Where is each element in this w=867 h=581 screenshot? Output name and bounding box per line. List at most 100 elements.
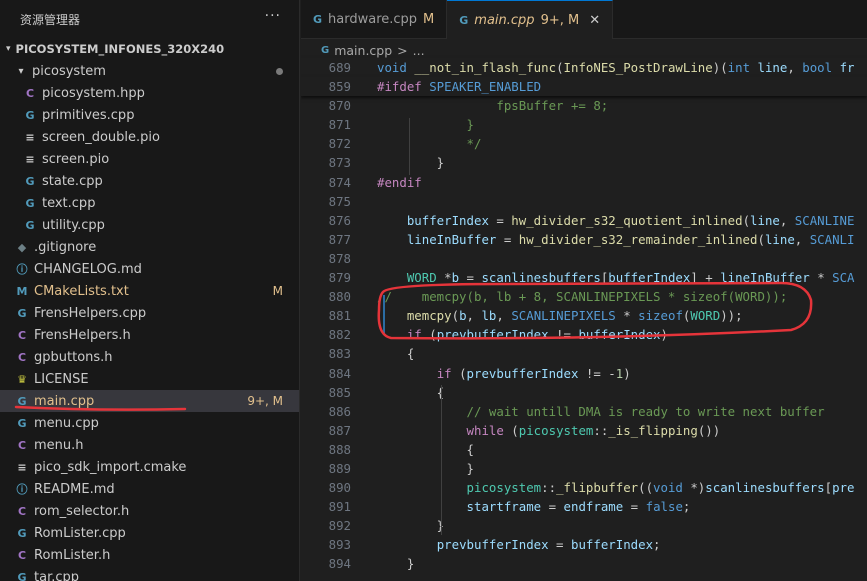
file-item[interactable]: ≡ pico_sdk_import.cmake — [0, 456, 299, 478]
tab-hardware-cpp[interactable]: G hardware.cpp M — [301, 0, 448, 38]
tab-bar: G hardware.cpp M G main.cpp 9+, M ✕ — [301, 0, 867, 39]
code-line: 877 lineInBuffer = hw_divider_s32_remain… — [301, 230, 867, 249]
modified-dot-icon — [276, 68, 283, 75]
code-token: bufferIndex — [608, 270, 691, 286]
file-item[interactable]: Crom_selector.h — [0, 500, 299, 522]
code-line: 884 if (prevbufferIndex != -1) — [301, 364, 867, 383]
file-type-icon: M — [16, 284, 28, 298]
close-icon[interactable]: ✕ — [589, 13, 600, 28]
code-token: while — [466, 422, 504, 438]
file-type-icon: G — [25, 196, 35, 210]
file-item[interactable]: Gprimitives.cpp — [0, 104, 299, 126]
file-item[interactable]: ◆ .gitignore — [0, 236, 299, 258]
line-number: 883 — [328, 346, 351, 362]
file-item[interactable]: ⓘ README.md — [0, 478, 299, 500]
code-token: ( — [556, 60, 564, 75]
file-item[interactable]: ≡ screen_double.pio — [0, 126, 299, 148]
folder-picosystem[interactable]: ▾ picosystem — [0, 60, 299, 82]
file-item[interactable]: Gtext.cpp — [0, 192, 299, 214]
project-folder[interactable]: ▾ PICOSYSTEM_INFONES_320X240 — [0, 38, 299, 60]
cpp-file-icon: G — [313, 12, 323, 26]
file-label: CMakeLists.txt — [34, 283, 129, 299]
file-label: RomLister.cpp — [34, 525, 126, 541]
code-token: ; — [682, 499, 691, 515]
code-text: } — [377, 115, 474, 134]
file-type-icon: ≡ — [25, 130, 35, 144]
indent-guide — [409, 118, 410, 175]
file-item[interactable]: C FrensHelpers.h — [0, 324, 299, 346]
line-number: 886 — [328, 403, 351, 419]
code-token: )); — [720, 308, 743, 324]
file-label: LICENSE — [34, 371, 89, 387]
explorer-header: 资源管理器 ··· — [0, 0, 299, 38]
tab-status: 9+, M — [540, 12, 580, 28]
cpp-file-icon: G — [321, 44, 330, 56]
code-text: WORD *b = scanlinesbuffers[bufferIndex] … — [377, 268, 855, 287]
code-line: 889 } — [301, 459, 867, 478]
code-token: , — [794, 231, 810, 247]
file-label: menu.cpp — [34, 415, 99, 431]
file-type-icon: G — [25, 174, 35, 188]
file-type-icon: C — [25, 86, 35, 100]
file-item[interactable]: ♛ LICENSE — [0, 368, 299, 390]
code-token: ( — [451, 308, 460, 324]
code-editor[interactable]: 689 void __not_in_flash_func(InfoNES_Post… — [301, 58, 867, 574]
code-line: 873 } — [301, 153, 867, 172]
file-type-icon: ♛ — [17, 372, 27, 386]
code-token: ()) — [697, 422, 721, 438]
code-token: pre — [832, 480, 855, 496]
code-token: = — [623, 499, 646, 515]
code-token: , — [779, 212, 795, 228]
code-token: false — [645, 499, 683, 515]
file-item[interactable]: Cgpbuttons.h — [0, 346, 299, 368]
code-text: bufferIndex = hw_divider_s32_quotient_in… — [377, 211, 855, 230]
file-type-icon: C — [17, 328, 27, 342]
file-item[interactable]: G RomLister.cpp — [0, 522, 299, 544]
code-token: } — [377, 518, 445, 534]
code-token: _flipbuffer — [556, 480, 639, 496]
code-text: */ — [377, 134, 482, 153]
folder-file-list: Cpicosystem.hpp Gprimitives.cpp ≡ screen_do… — [0, 82, 299, 236]
file-type-icon: G — [17, 416, 27, 430]
file-type-icon: ⓘ — [16, 483, 28, 496]
file-item[interactable]: Cpicosystem.hpp — [0, 82, 299, 104]
more-actions-icon[interactable]: ··· — [265, 8, 281, 24]
file-item[interactable]: Gtar.cpp — [0, 566, 299, 581]
code-line: 870 fpsBuffer += 8; — [301, 96, 867, 115]
file-label: main.cpp — [34, 393, 95, 409]
breadcrumb-file[interactable]: main.cpp — [334, 43, 392, 58]
file-item[interactable]: ≡ screen.pio — [0, 148, 299, 170]
code-line: 875 — [301, 192, 867, 211]
breadcrumb-rest[interactable]: ... — [413, 43, 425, 58]
tab-label: main.cpp — [474, 12, 535, 28]
code-token: * — [615, 308, 639, 324]
line-number: 876 — [328, 212, 351, 228]
file-item[interactable]: Gmenu.cpp — [0, 412, 299, 434]
file-item[interactable]: Gstate.cpp — [0, 170, 299, 192]
code-token: WORD — [406, 270, 437, 286]
code-line: 879 WORD *b = scanlinesbuffers[bufferInd… — [301, 268, 867, 287]
code-token: scanlinesbuffers — [481, 270, 601, 286]
file-item[interactable]: Cmenu.h — [0, 434, 299, 456]
file-item[interactable]: M CMakeLists.txt M — [0, 280, 299, 302]
code-token: { — [377, 441, 474, 457]
chevron-down-icon: ▾ — [6, 44, 11, 54]
file-item[interactable]: C RomLister.h — [0, 544, 299, 566]
file-label: .gitignore — [34, 239, 97, 255]
file-item[interactable]: Gmain.cpp 9+, M — [0, 390, 299, 412]
line-number: 870 — [328, 98, 351, 114]
git-status-badge: M — [272, 284, 283, 298]
code-token: SCANLINEPIXELS — [511, 308, 616, 324]
code-line: 872 */ — [301, 134, 867, 153]
file-item[interactable]: G FrensHelpers.cpp — [0, 302, 299, 324]
code-line: 883 { — [301, 344, 867, 363]
file-item[interactable]: ⓘ CHANGELOG.md — [0, 258, 299, 280]
code-token: line — [764, 231, 795, 247]
line-number: 885 — [328, 384, 351, 400]
file-item[interactable]: Gutility.cpp — [0, 214, 299, 236]
code-text: if (prevbufferIndex != bufferIndex) — [377, 325, 668, 344]
file-label: state.cpp — [42, 173, 103, 189]
tab-main-cpp[interactable]: G main.cpp 9+, M ✕ — [447, 0, 614, 39]
